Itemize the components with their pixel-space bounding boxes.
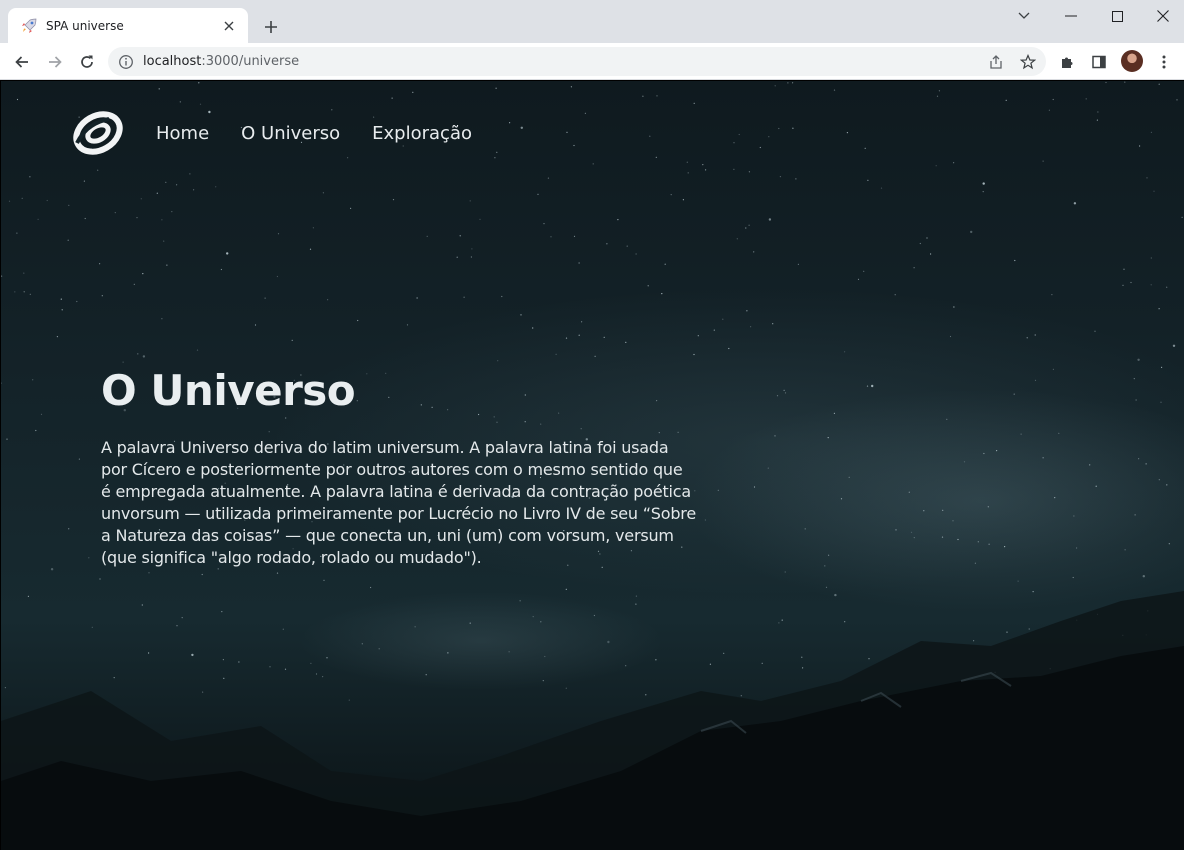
puzzle-icon[interactable]	[1053, 48, 1081, 76]
nav-link-home[interactable]: Home	[156, 123, 209, 144]
chevron-down-icon[interactable]	[1001, 0, 1047, 32]
paragraph-line: unvorsum — utilizada primeiramente por L…	[101, 504, 696, 523]
browser-tab-strip: SPA universe	[0, 0, 1184, 43]
main-nav: Home O Universo Exploração	[73, 111, 472, 155]
paragraph-line: a Natureza das coisas” — que conecta un,…	[101, 526, 674, 545]
browser-toolbar: localhost:3000/universe	[0, 43, 1184, 80]
maximize-icon[interactable]	[1094, 0, 1140, 32]
window-close-icon[interactable]	[1140, 0, 1184, 32]
star-icon[interactable]	[1014, 48, 1042, 76]
address-bar[interactable]: localhost:3000/universe	[108, 47, 1046, 76]
close-icon[interactable]	[220, 17, 238, 35]
paragraph-line: (que significa "algo rodado, rolado ou m…	[101, 548, 482, 567]
share-icon[interactable]	[982, 48, 1010, 76]
browser-tab[interactable]: SPA universe	[8, 8, 248, 43]
tab-title: SPA universe	[46, 18, 124, 33]
info-icon[interactable]	[118, 54, 134, 70]
hero-paragraph: A palavra Universo deriva do latim unive…	[101, 437, 711, 569]
page-title: O Universo	[101, 366, 356, 415]
hero-section: O Universo A palavra Universo deriva do …	[101, 363, 711, 569]
sidepanel-icon[interactable]	[1085, 48, 1113, 76]
plus-icon[interactable]	[258, 14, 284, 40]
minimize-icon[interactable]	[1048, 0, 1094, 32]
nav-link-exploration[interactable]: Exploração	[372, 123, 472, 144]
reload-icon[interactable]	[73, 48, 101, 76]
url-host: localhost	[143, 54, 202, 69]
rocket-icon	[20, 17, 38, 35]
profile-avatar[interactable]	[1121, 50, 1143, 72]
url-text: localhost:3000/universe	[143, 54, 299, 69]
paragraph-line: é empregada atualmente. A palavra latina…	[101, 482, 691, 501]
nav-link-universe[interactable]: O Universo	[241, 123, 340, 144]
arrow-left-icon[interactable]	[8, 48, 36, 76]
kebab-menu-icon[interactable]	[1150, 48, 1178, 76]
arrow-right-icon[interactable]	[41, 48, 69, 76]
paragraph-line: A palavra Universo deriva do latim unive…	[101, 438, 669, 457]
page-viewport: Home O Universo Exploração O Universo A …	[1, 81, 1184, 850]
swirl-logo-icon[interactable]	[73, 111, 123, 155]
url-path: :3000/universe	[201, 54, 300, 69]
paragraph-line: por Cícero e posteriormente por outros a…	[101, 460, 683, 479]
